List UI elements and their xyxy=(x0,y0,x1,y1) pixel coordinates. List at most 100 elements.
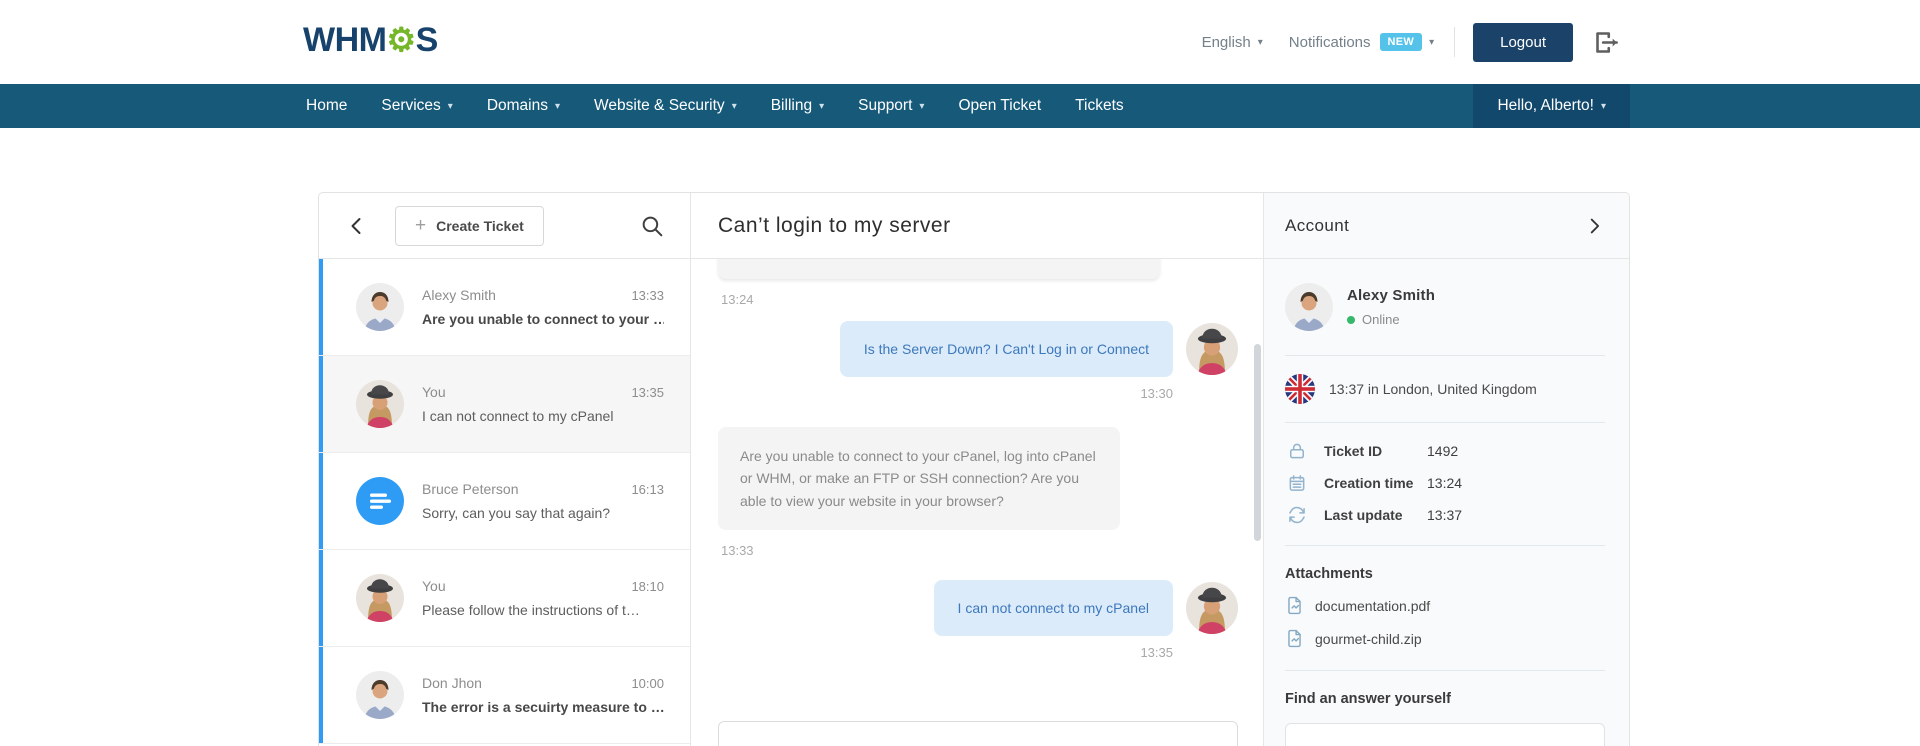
attachment-filename: gourmet-child.zip xyxy=(1315,631,1422,647)
avatar xyxy=(1186,323,1238,375)
sender-name: Alexy Smith xyxy=(422,287,496,303)
create-ticket-button[interactable]: + Create Ticket xyxy=(395,206,544,246)
notifications-label: Notifications xyxy=(1289,34,1371,51)
nav-item-services[interactable]: Services▾ xyxy=(381,84,452,128)
chevron-down-icon: ▾ xyxy=(1601,101,1606,112)
ticket-list-panel: + Create Ticket Alexy Smith13:33 Are you… xyxy=(319,193,691,746)
meta-label: Ticket ID xyxy=(1324,443,1427,459)
chat-header: Can’t login to my server xyxy=(691,193,1263,259)
logout-button[interactable]: Logout xyxy=(1473,23,1573,62)
navbar-inner: Home Services▾ Domains ▾ Website & Securi… xyxy=(306,84,1630,128)
account-title: Account xyxy=(1285,216,1349,236)
message-time: 13:35 xyxy=(631,385,664,400)
new-badge: NEW xyxy=(1380,33,1423,51)
avatar xyxy=(356,380,404,428)
message-timestamp: 13:24 xyxy=(721,292,1263,307)
language-dropdown[interactable]: English ▾ xyxy=(1202,34,1263,51)
ticket-list-item[interactable]: You18:10 Please follow the instructions … xyxy=(319,550,690,647)
nav-item-billing[interactable]: Billing▾ xyxy=(771,84,824,128)
nav-item-support[interactable]: Support▾ xyxy=(858,84,924,128)
nav-item-open-ticket[interactable]: Open Ticket xyxy=(958,84,1041,128)
scrollbar-thumb[interactable] xyxy=(1254,344,1261,541)
account-profile-section: Alexy Smith Online xyxy=(1285,259,1605,356)
notifications-dropdown[interactable]: Notifications NEW ▾ xyxy=(1289,33,1434,51)
ticket-meta-section: Ticket ID 1492 Creation time 13:24 Last … xyxy=(1285,423,1605,546)
faq-search-input[interactable] xyxy=(1285,723,1605,746)
nav-item-domains[interactable]: Domains ▾ xyxy=(487,84,560,128)
ticket-list-item[interactable]: Don Jhon10:00 The error is a secuirty me… xyxy=(319,647,690,744)
message-timestamp: 13:35 xyxy=(691,645,1263,660)
nav-item-home[interactable]: Home xyxy=(306,84,347,128)
chevron-left-icon[interactable] xyxy=(345,214,369,238)
meta-value: 13:37 xyxy=(1427,507,1462,523)
user-menu[interactable]: Hello, Alberto!▾ xyxy=(1473,84,1630,128)
avatar xyxy=(1186,582,1238,634)
ticket-list-item[interactable]: Bruce Peterson16:13 Sorry, can you say t… xyxy=(319,453,690,550)
nav-item-tickets[interactable]: Tickets xyxy=(1075,84,1124,128)
language-label: English xyxy=(1202,34,1251,51)
message-time: 10:00 xyxy=(631,676,664,691)
search-icon[interactable] xyxy=(640,214,665,239)
online-dot-icon xyxy=(1347,316,1355,324)
refresh-icon xyxy=(1287,505,1307,525)
nav-label: Domains xyxy=(487,97,548,115)
avatar xyxy=(356,574,404,622)
topbar: WHM⚙S English ▾ Notifications NEW ▾ Logo… xyxy=(0,0,1920,84)
message-preview: I can not connect to my cPanel xyxy=(422,408,664,424)
chevron-down-icon: ▾ xyxy=(819,101,824,112)
file-icon xyxy=(1285,596,1304,615)
nav-label: Website & Security xyxy=(594,97,725,115)
nav-label: Tickets xyxy=(1075,97,1124,115)
unread-accent-bar xyxy=(319,356,323,452)
calendar-icon xyxy=(1287,473,1307,493)
attachment-link[interactable]: documentation.pdf xyxy=(1285,596,1605,615)
ticket-list-item[interactable]: Alexy Smith13:33 Are you unable to conne… xyxy=(319,259,690,356)
chat-lines-avatar xyxy=(356,477,404,525)
attachments-title: Attachments xyxy=(1285,566,1605,582)
chevron-right-icon[interactable] xyxy=(1583,215,1605,237)
message-timestamp: 13:30 xyxy=(691,386,1263,401)
attachment-link[interactable]: gourmet-child.zip xyxy=(1285,629,1605,648)
online-status: Online xyxy=(1347,312,1435,327)
chat-messages: 13:24 Is the Server Down? I Can't Log in… xyxy=(691,259,1263,746)
sender-name: You xyxy=(422,384,446,400)
chevron-down-icon: ▾ xyxy=(448,101,453,112)
topbar-right: English ▾ Notifications NEW ▾ Logout xyxy=(1202,0,1620,84)
message-time: 18:10 xyxy=(631,579,664,594)
logo-text-whm: WHM xyxy=(303,21,386,59)
account-panel: Account Alexy Smith Online xyxy=(1263,193,1629,746)
outgoing-message-row: I can not connect to my cPanel xyxy=(691,580,1263,636)
message-preview: The error is a secuirty measure to … xyxy=(422,699,664,715)
message-preview: Are you unable to connect to your … xyxy=(422,311,664,327)
chevron-down-icon: ▾ xyxy=(1429,37,1434,48)
ticket-items: Alexy Smith13:33 Are you unable to conne… xyxy=(319,259,690,746)
nav-item-website-security[interactable]: Website & Security▾ xyxy=(594,84,737,128)
unread-accent-bar xyxy=(319,453,323,549)
sender-name: You xyxy=(422,578,446,594)
logo-text-s: S xyxy=(416,21,438,59)
customer-name: Alexy Smith xyxy=(1347,287,1435,304)
logout-exit-icon[interactable] xyxy=(1593,29,1620,56)
ticket-item-main: You18:10 Please follow the instructions … xyxy=(422,578,664,618)
reply-input[interactable] xyxy=(718,721,1238,746)
uk-flag-icon xyxy=(1285,374,1315,404)
avatar xyxy=(356,283,404,331)
meta-value: 1492 xyxy=(1427,443,1458,459)
avatar xyxy=(1285,283,1333,331)
unread-accent-bar xyxy=(319,259,323,355)
attachments-section: Attachments documentation.pdf gourmet-ch… xyxy=(1285,546,1605,671)
faq-section: Find an answer yourself xyxy=(1285,671,1605,746)
whmcs-logo: WHM⚙S xyxy=(303,20,438,60)
file-icon xyxy=(1285,629,1304,648)
nav-label: Home xyxy=(306,97,347,115)
divider xyxy=(1454,27,1455,57)
create-ticket-label: Create Ticket xyxy=(436,218,524,234)
chevron-down-icon: ▾ xyxy=(555,101,560,112)
ticket-item-main: Bruce Peterson16:13 Sorry, can you say t… xyxy=(422,481,664,521)
partial-incoming-bubble xyxy=(718,259,1160,279)
ticket-list-item[interactable]: You 13:35 I can not connect to my cPanel xyxy=(319,356,690,453)
faq-title: Find an answer yourself xyxy=(1285,691,1605,707)
ticket-item-main: You 13:35 I can not connect to my cPanel xyxy=(422,384,664,424)
chevron-down-icon: ▾ xyxy=(1258,37,1263,48)
last-update-row: Last update 13:37 xyxy=(1287,505,1605,525)
